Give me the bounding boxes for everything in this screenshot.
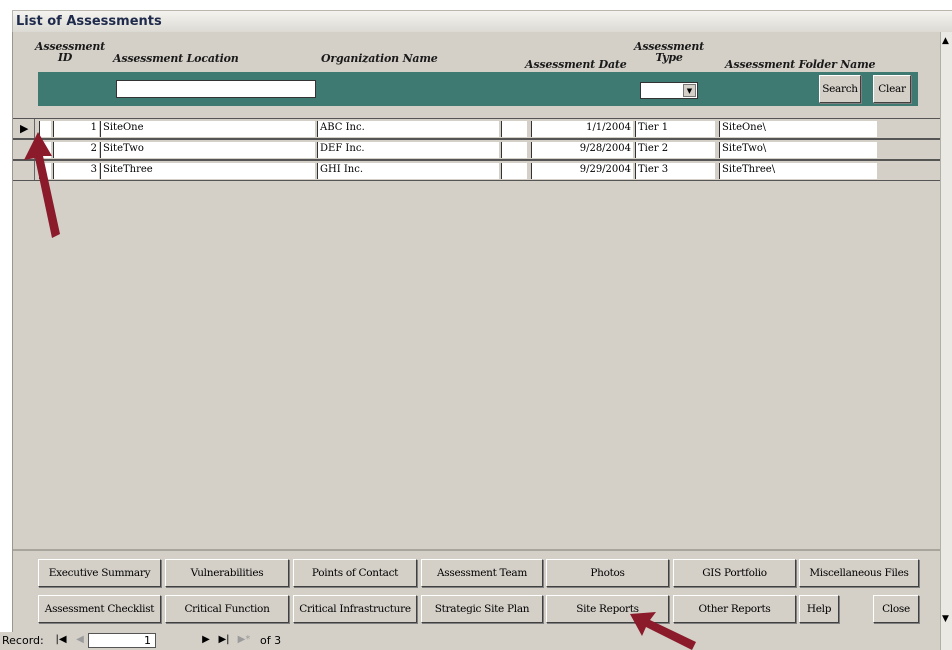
row-blank-cell	[501, 142, 527, 158]
next-record-icon[interactable]: ▶	[198, 633, 214, 647]
cell-assessment-id[interactable]: 2	[53, 142, 99, 158]
footer-divider	[13, 549, 941, 551]
header-assessment-type-line2: Type	[655, 51, 683, 64]
gis-portfolio-button[interactable]: GIS Portfolio	[673, 559, 796, 587]
cell-organization-name[interactable]: DEF Inc.	[317, 142, 499, 158]
previous-record-icon[interactable]: ◀	[72, 633, 88, 647]
cell-assessment-location[interactable]: SiteTwo	[100, 142, 315, 158]
header-assessment-id: Assessment ID	[35, 41, 105, 64]
record-number-input[interactable]: 1	[88, 633, 156, 648]
help-button[interactable]: Help	[799, 595, 839, 623]
cell-assessment-type[interactable]: Tier 3	[635, 163, 715, 179]
type-filter-select[interactable]: ▼	[640, 82, 698, 99]
table-row[interactable]: 3 SiteThree GHI Inc. 9/29/2004 Tier 3 Si…	[13, 160, 941, 181]
assessment-checklist-button[interactable]: Assessment Checklist	[38, 595, 161, 623]
cell-organization-name[interactable]: ABC Inc.	[317, 121, 499, 137]
header-organization-name: Organization Name	[321, 52, 438, 65]
assessments-form: Assessment ID Assessment Location Organi…	[12, 32, 941, 650]
cell-assessment-id[interactable]: 3	[53, 163, 99, 179]
row-blank-cell	[501, 163, 527, 179]
cell-assessment-type[interactable]: Tier 1	[635, 121, 715, 137]
header-assessment-type: Assessment Type	[633, 41, 705, 63]
table-row[interactable]: ▶ 1 SiteOne ABC Inc. 1/1/2004 Tier 1 Sit…	[13, 118, 941, 139]
miscellaneous-files-button[interactable]: Miscellaneous Files	[799, 559, 919, 587]
close-button[interactable]: Close	[873, 595, 919, 623]
cell-assessment-date[interactable]: 9/28/2004	[531, 142, 633, 158]
table-row[interactable]: 2 SiteTwo DEF Inc. 9/28/2004 Tier 2 Site…	[13, 139, 941, 160]
points-of-contact-button[interactable]: Points of Contact	[293, 559, 417, 587]
executive-summary-button[interactable]: Executive Summary	[38, 559, 161, 587]
cell-assessment-id[interactable]: 1	[53, 121, 99, 137]
cell-assessment-date[interactable]: 1/1/2004	[531, 121, 633, 137]
other-reports-button[interactable]: Other Reports	[673, 595, 796, 623]
scroll-up-icon[interactable]: ▲	[942, 36, 949, 46]
row-blank-cell	[501, 121, 527, 137]
last-record-icon[interactable]: ▶|	[216, 633, 232, 647]
header-assessment-location: Assessment Location	[113, 52, 239, 65]
current-record-icon: ▶	[20, 122, 29, 135]
critical-function-button[interactable]: Critical Function	[165, 595, 289, 623]
record-navigation: Record: |◀ ◀ 1 ▶ ▶| ▶* of 3	[0, 632, 940, 650]
cell-assessment-folder-name[interactable]: SiteOne\	[719, 121, 877, 137]
cell-assessment-type[interactable]: Tier 2	[635, 142, 715, 158]
row-blank-cell	[39, 142, 51, 158]
clear-button[interactable]: Clear	[873, 75, 911, 103]
assessment-team-button[interactable]: Assessment Team	[421, 559, 543, 587]
header-assessment-date: Assessment Date	[525, 58, 627, 71]
strategic-site-plan-button[interactable]: Strategic Site Plan	[421, 595, 543, 623]
record-selector[interactable]	[13, 161, 35, 180]
record-selector[interactable]: ▶	[13, 119, 35, 138]
vertical-scrollbar[interactable]: ▲ ▼	[940, 32, 952, 650]
vulnerabilities-button[interactable]: Vulnerabilities	[165, 559, 289, 587]
row-blank-cell	[39, 121, 51, 137]
cell-assessment-folder-name[interactable]: SiteThree\	[719, 163, 877, 179]
cell-assessment-folder-name[interactable]: SiteTwo\	[719, 142, 877, 158]
photos-button[interactable]: Photos	[546, 559, 669, 587]
search-button[interactable]: Search	[819, 75, 861, 103]
dropdown-arrow-icon[interactable]: ▼	[683, 84, 696, 97]
site-reports-button[interactable]: Site Reports	[546, 595, 669, 623]
row-blank-cell	[39, 163, 51, 179]
cell-assessment-location[interactable]: SiteThree	[100, 163, 315, 179]
window-title: List of Assessments	[12, 10, 952, 32]
header-assessment-folder-name: Assessment Folder Name	[725, 58, 876, 71]
record-count: of 3	[260, 634, 282, 647]
cell-organization-name[interactable]: GHI Inc.	[317, 163, 499, 179]
first-record-icon[interactable]: |◀	[53, 633, 69, 647]
cell-assessment-date[interactable]: 9/29/2004	[531, 163, 633, 179]
record-selector[interactable]	[13, 140, 35, 159]
header-assessment-id-line2: ID	[57, 51, 73, 64]
scroll-down-icon[interactable]: ▼	[942, 614, 949, 624]
cell-assessment-location[interactable]: SiteOne	[100, 121, 315, 137]
record-label: Record:	[2, 634, 44, 647]
location-filter-input[interactable]	[116, 80, 316, 98]
critical-infrastructure-button[interactable]: Critical Infrastructure	[293, 595, 417, 623]
new-record-icon[interactable]: ▶*	[236, 633, 252, 647]
